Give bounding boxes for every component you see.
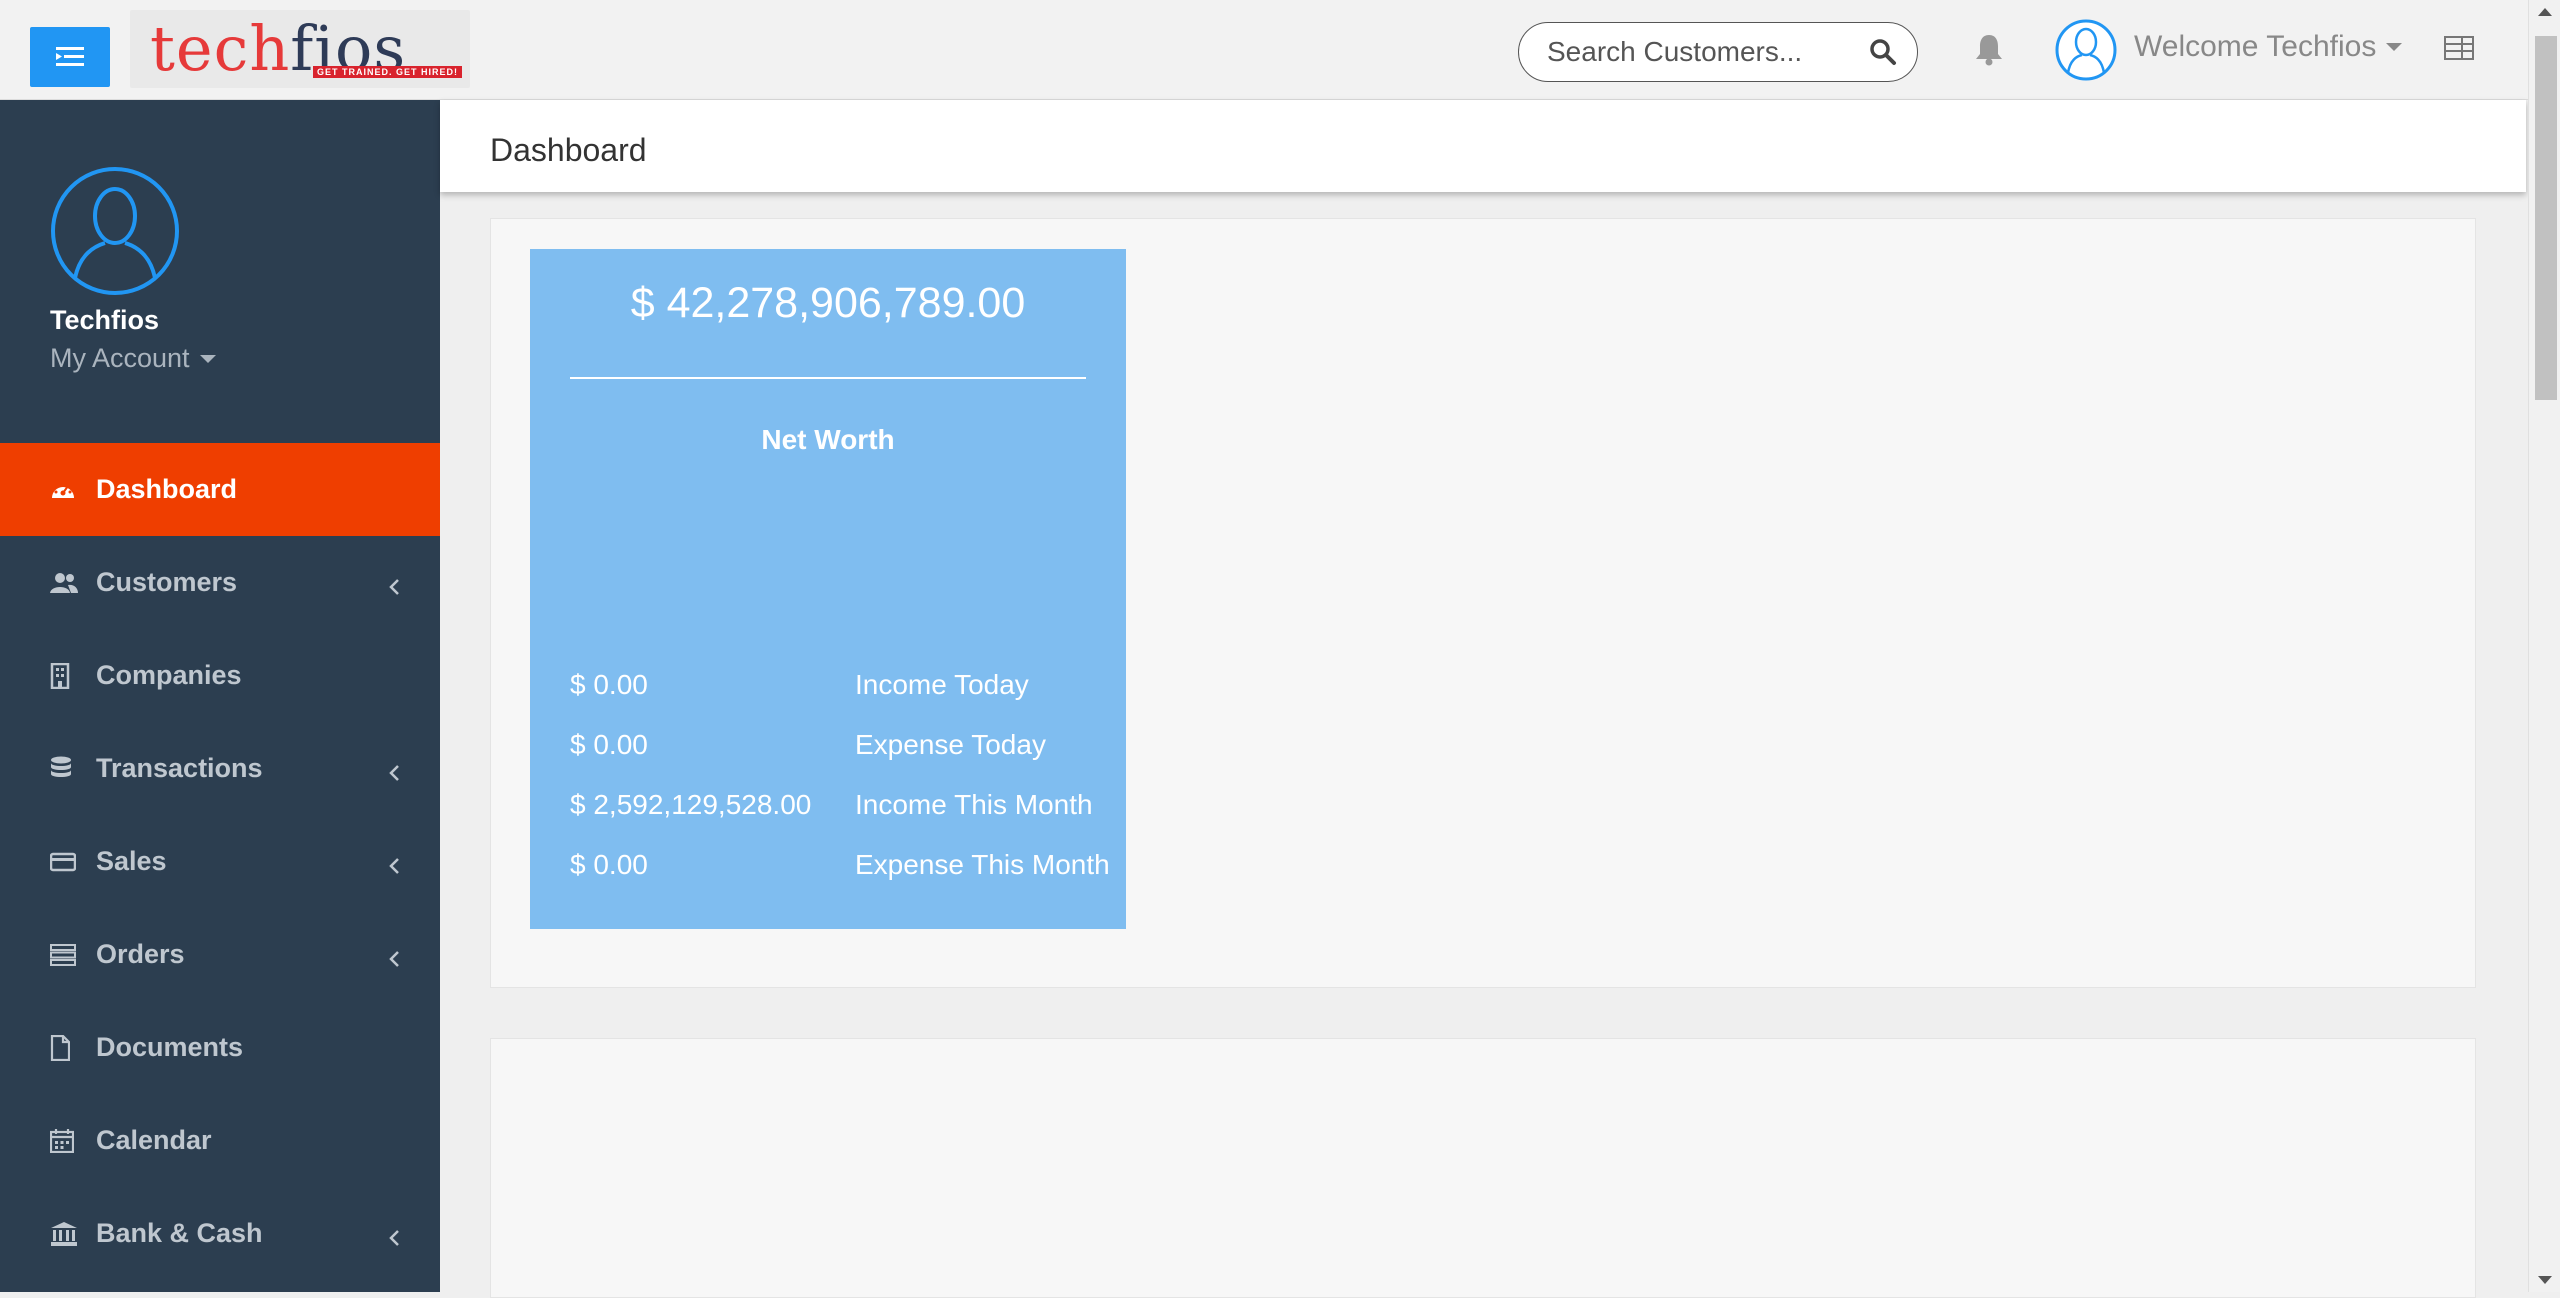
profile-avatar-icon[interactable] [50,166,180,301]
sidebar: Techfios My Account Dashboard Customers … [0,100,440,1292]
chevron-left-icon [388,1223,400,1254]
sidebar-item-label: Documents [96,1032,244,1062]
sidebar-item-calendar[interactable]: Calendar [0,1094,440,1187]
logo-text-tech: tech [150,12,291,85]
my-account-dropdown[interactable]: My Account [50,343,216,374]
stat-row-expense-month: $ 0.00 Expense This Month [570,849,1126,889]
search-icon[interactable] [1869,38,1897,71]
chevron-left-icon [388,758,400,789]
sidebar-toggle-button[interactable] [30,27,110,87]
user-menu[interactable]: Welcome Techfios [2134,30,2403,64]
scrollbar-thumb[interactable] [2535,36,2557,400]
bank-icon [50,1221,86,1247]
stat-value: $ 0.00 [570,729,648,760]
search-customers-box [1518,22,1918,82]
sidebar-item-orders[interactable]: Orders [0,908,440,1001]
users-icon [50,572,86,594]
file-icon [50,1034,86,1061]
stat-value: $ 0.00 [570,669,648,700]
sidebar-item-documents[interactable]: Documents [0,1001,440,1094]
sidebar-item-label: Transactions [96,753,263,783]
stat-row-expense-today: $ 0.00 Expense Today [570,729,1126,769]
stat-label: Income This Month [855,789,1093,820]
page-scrollbar[interactable] [2528,0,2560,1292]
dashboard-icon [50,479,86,501]
stat-row-income-today: $ 0.00 Income Today [570,669,1126,709]
sidebar-item-sales[interactable]: Sales [0,815,440,908]
sidebar-item-label: Bank & Cash [96,1218,263,1248]
techfios-logo[interactable]: techfios GET TRAINED. GET HIRED! [130,10,470,88]
divider [570,377,1086,379]
search-input[interactable] [1547,31,1857,73]
sidebar-item-label: Customers [96,567,238,597]
stat-label: Income Today [855,669,1029,700]
stat-value: $ 0.00 [570,849,648,880]
calendar-icon [50,1128,86,1153]
sidebar-item-bank-cash[interactable]: Bank & Cash [0,1187,440,1280]
net-worth-label: Net Worth [761,424,895,455]
scroll-down-arrow-icon[interactable] [2538,1276,2552,1284]
database-icon [50,756,86,782]
sidebar-nav: Dashboard Customers Companies Transactio… [0,443,440,1280]
chevron-left-icon [388,851,400,882]
chevron-left-icon [388,572,400,603]
stat-value: $ 2,592,129,528.00 [570,789,812,820]
profile-name: Techfios [50,305,160,335]
user-avatar-icon[interactable] [2054,18,2118,87]
building-icon [50,662,86,689]
dashboard-panel-secondary [490,1038,2476,1298]
page-title: Dashboard [490,132,647,168]
logo-tagline: GET TRAINED. GET HIRED! [312,66,462,78]
sidebar-item-label: Dashboard [96,474,238,504]
caret-down-icon [199,354,216,363]
net-worth-card: $ 42,278,906,789.00 Net Worth $ 0.00 Inc… [530,249,1126,929]
sidebar-item-label: Sales [96,846,167,876]
top-navbar: techfios GET TRAINED. GET HIRED! Welcome… [0,0,2528,100]
sidebar-item-customers[interactable]: Customers [0,536,440,629]
chevron-left-icon [388,944,400,975]
welcome-text: Welcome Techfios [2134,30,2377,63]
sidebar-item-label: Orders [96,939,185,969]
right-sidebar-toggle-icon[interactable] [2444,36,2474,65]
stat-row-income-month: $ 2,592,129,528.00 Income This Month [570,789,1126,829]
stat-label: Expense This Month [855,849,1110,880]
server-icon [50,943,86,966]
menu-icon [56,47,84,66]
sidebar-item-companies[interactable]: Companies [0,629,440,722]
net-worth-amount: $ 42,278,906,789.00 [630,279,1026,327]
sidebar-item-label: Calendar [96,1125,212,1155]
stat-label: Expense Today [855,729,1046,760]
caret-down-icon [2386,43,2403,51]
my-account-label: My Account [50,343,190,373]
page-header: Dashboard [440,100,2526,192]
credit-card-icon [50,852,86,872]
sidebar-item-transactions[interactable]: Transactions [0,722,440,815]
bell-icon[interactable] [1974,32,2004,71]
sidebar-item-label: Companies [96,660,242,690]
sidebar-item-dashboard[interactable]: Dashboard [0,443,440,536]
scroll-up-arrow-icon[interactable] [2538,8,2552,16]
